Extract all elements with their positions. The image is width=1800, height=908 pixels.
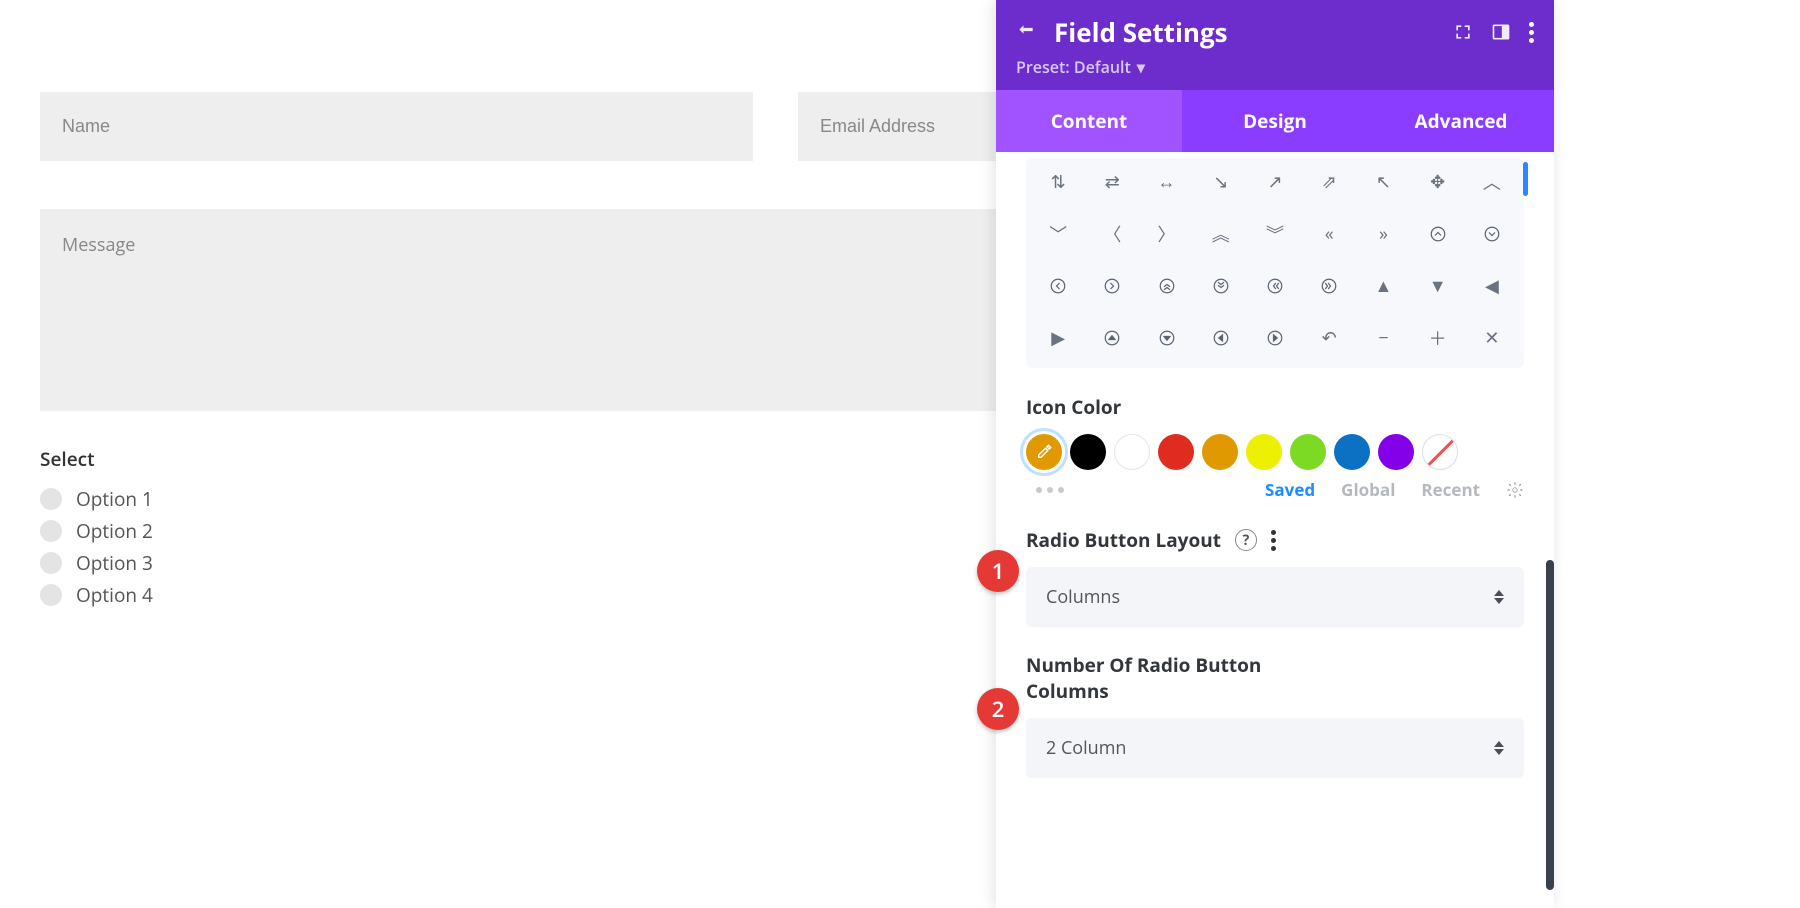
chevron-up-icon[interactable]: ︿: [1472, 166, 1512, 198]
circle-chevron-down-icon[interactable]: [1472, 218, 1512, 250]
double-chevron-down-icon[interactable]: ︾: [1255, 218, 1295, 250]
swatch-none[interactable]: [1422, 434, 1458, 470]
callout-2: 2: [977, 688, 1019, 730]
colortab-recent[interactable]: Recent: [1421, 478, 1480, 501]
swatch-red[interactable]: [1158, 434, 1194, 470]
swatch-black[interactable]: [1070, 434, 1106, 470]
radio-dot-icon: [40, 520, 62, 542]
circle-double-down-icon[interactable]: [1201, 270, 1241, 302]
panel-scrollbar[interactable]: [1546, 560, 1554, 890]
circle-double-right-icon[interactable]: [1309, 270, 1349, 302]
more-icon[interactable]: [1529, 22, 1534, 43]
swatch-white[interactable]: [1114, 434, 1150, 470]
swatch-purple[interactable]: [1378, 434, 1414, 470]
double-chevron-up-icon[interactable]: ︽: [1201, 218, 1241, 250]
circle-caret-up-icon[interactable]: [1092, 322, 1132, 354]
preset-picker[interactable]: Preset: Default▾: [1016, 56, 1534, 78]
circle-caret-down-icon[interactable]: [1146, 322, 1186, 354]
more-colors-icon[interactable]: [1036, 487, 1064, 493]
caret-down-icon: ▾: [1137, 56, 1145, 78]
icon-picker: ⇅ ⇄ ↔ ↘ ↗ ⇗ ↖ ✥ ︿ ﹀ 〈 〉 ︽ ︾ « »: [1026, 158, 1524, 368]
close-icon[interactable]: ✕: [1472, 322, 1512, 354]
arrow-diag-ne-icon[interactable]: ↗: [1255, 166, 1295, 198]
circle-double-left-icon[interactable]: [1255, 270, 1295, 302]
swatch-green[interactable]: [1290, 434, 1326, 470]
minus-icon[interactable]: −: [1363, 322, 1403, 354]
dock-icon[interactable]: [1491, 22, 1511, 42]
back-icon[interactable]: [1016, 22, 1036, 42]
undo-icon[interactable]: ↶: [1309, 322, 1349, 354]
swatch-orange[interactable]: [1202, 434, 1238, 470]
fullscreen-icon[interactable]: [1453, 22, 1473, 42]
radio-columns-select[interactable]: 2 Column: [1026, 718, 1524, 778]
circle-chevron-right-icon[interactable]: [1092, 270, 1132, 302]
radio-dot-icon: [40, 552, 62, 574]
settings-panel: Field Settings Preset: Default▾ Content …: [996, 0, 1554, 908]
arrow-leftright-icon[interactable]: ⇄: [1092, 166, 1132, 198]
radio-columns-label: Number Of Radio Button Columns: [1026, 653, 1286, 704]
tab-advanced[interactable]: Advanced: [1368, 90, 1554, 152]
icon-color-label: Icon Color: [1026, 394, 1524, 420]
chevron-left-icon[interactable]: 〈: [1092, 218, 1132, 250]
option-label: Option 2: [76, 518, 153, 544]
circle-chevron-left-icon[interactable]: [1038, 270, 1078, 302]
select-arrows-icon: [1494, 741, 1504, 755]
arrow-horizontal-icon[interactable]: ↔: [1146, 166, 1186, 198]
circle-double-up-icon[interactable]: [1146, 270, 1186, 302]
swatch-yellow[interactable]: [1246, 434, 1282, 470]
option-label: Option 3: [76, 550, 153, 576]
colortab-saved[interactable]: Saved: [1265, 478, 1315, 501]
color-subtabs: Saved Global Recent: [1026, 478, 1524, 501]
chevron-right-icon[interactable]: 〉: [1146, 218, 1186, 250]
callout-1: 1: [977, 550, 1019, 592]
radio-dot-icon: [40, 488, 62, 510]
caret-down-icon[interactable]: ▼: [1418, 270, 1458, 302]
radio-layout-select[interactable]: Columns: [1026, 567, 1524, 627]
double-chevron-left-icon[interactable]: «: [1309, 218, 1349, 250]
tab-content[interactable]: Content: [996, 90, 1182, 152]
arrow-diag-nw-icon[interactable]: ↖: [1363, 166, 1403, 198]
colortab-global[interactable]: Global: [1341, 478, 1395, 501]
plus-icon[interactable]: ＋: [1418, 322, 1458, 354]
color-swatches: [1026, 434, 1524, 470]
radio-dot-icon: [40, 584, 62, 606]
gear-icon[interactable]: [1506, 481, 1524, 499]
help-icon[interactable]: ?: [1235, 529, 1257, 551]
panel-tabs: Content Design Advanced: [996, 90, 1554, 152]
panel-body: ⇅ ⇄ ↔ ↘ ↗ ⇗ ↖ ✥ ︿ ﹀ 〈 〉 ︽ ︾ « »: [996, 152, 1554, 908]
icon-picker-scrollbar[interactable]: [1523, 162, 1528, 196]
tab-design[interactable]: Design: [1182, 90, 1368, 152]
option-label: Option 4: [76, 582, 153, 608]
arrow-diag-ne2-icon[interactable]: ⇗: [1309, 166, 1349, 198]
caret-right-icon[interactable]: ▶: [1038, 322, 1078, 354]
circle-caret-left-icon[interactable]: [1201, 322, 1241, 354]
name-input[interactable]: [40, 92, 753, 161]
panel-header: Field Settings Preset: Default▾: [996, 0, 1554, 90]
circle-caret-right-icon[interactable]: [1255, 322, 1295, 354]
caret-left-icon[interactable]: ◀: [1472, 270, 1512, 302]
double-chevron-right-icon[interactable]: »: [1363, 218, 1403, 250]
arrow-diag-se-icon[interactable]: ↘: [1201, 166, 1241, 198]
panel-title: Field Settings: [1054, 14, 1435, 50]
caret-up-icon[interactable]: ▲: [1363, 270, 1403, 302]
select-arrows-icon: [1494, 590, 1504, 604]
option-label: Option 1: [76, 486, 153, 512]
chevron-down-icon[interactable]: ﹀: [1038, 218, 1078, 250]
move-icon[interactable]: ✥: [1418, 166, 1458, 198]
color-picker-swatch[interactable]: [1026, 434, 1062, 470]
field-more-icon[interactable]: [1271, 530, 1276, 551]
circle-chevron-up-icon[interactable]: [1418, 218, 1458, 250]
radio-layout-label: Radio Button Layout ?: [1026, 527, 1524, 553]
arrow-updown-icon[interactable]: ⇅: [1038, 166, 1078, 198]
swatch-blue[interactable]: [1334, 434, 1370, 470]
